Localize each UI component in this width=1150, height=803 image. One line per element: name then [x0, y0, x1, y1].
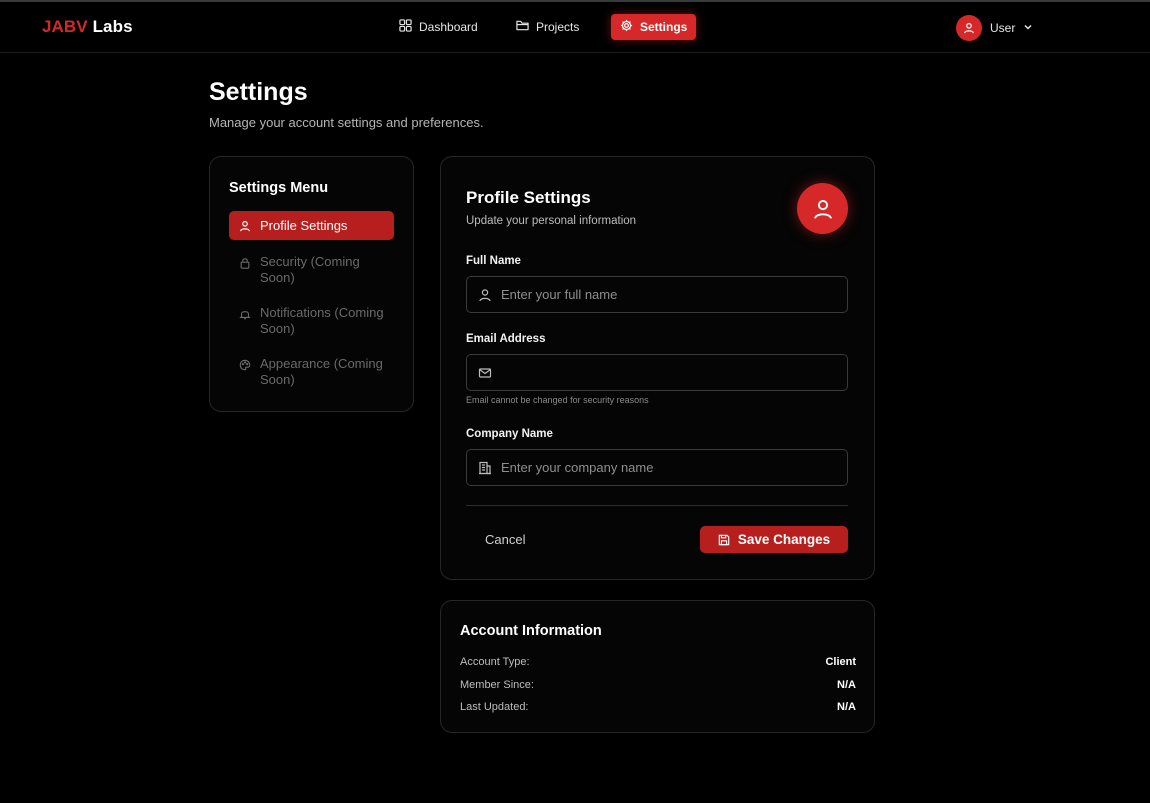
nav-settings-label: Settings	[640, 20, 688, 34]
full-name-label: Full Name	[466, 255, 521, 267]
gear-icon	[620, 19, 633, 35]
save-button-label: Save Changes	[737, 532, 831, 547]
menu-item-profile[interactable]: Profile Settings	[229, 211, 394, 240]
bell-icon	[239, 311, 251, 320]
nav-projects[interactable]: Projects	[507, 14, 588, 40]
account-row: Member Since: N/A	[460, 679, 856, 691]
account-row-key: Member Since:	[460, 679, 534, 691]
account-row-value: N/A	[837, 679, 856, 691]
building-icon	[479, 461, 491, 474]
nav-settings[interactable]: Settings	[611, 14, 697, 40]
account-information-card: Account Information Account Type: Client…	[440, 600, 875, 733]
page-title: Settings	[209, 78, 308, 106]
account-row: Account Type: Client	[460, 656, 856, 668]
user-menu[interactable]: User	[956, 15, 1033, 41]
menu-item-appearance: Appearance (Coming Soon)	[229, 356, 394, 388]
settings-menu-title: Settings Menu	[229, 180, 329, 196]
menu-item-label: Notifications (Coming Soon)	[260, 305, 384, 336]
company-field[interactable]	[466, 449, 848, 486]
brand-part2: Labs	[92, 17, 133, 36]
lock-icon	[240, 258, 250, 269]
account-row-value: N/A	[837, 701, 856, 713]
menu-item-security: Security (Coming Soon)	[229, 254, 394, 286]
account-row: Last Updated: N/A	[460, 701, 856, 713]
profile-settings-card: Profile Settings Update your personal in…	[440, 156, 875, 580]
profile-title: Profile Settings	[466, 188, 591, 207]
profile-avatar	[797, 183, 848, 234]
user-icon	[240, 220, 250, 231]
cancel-button[interactable]: Cancel	[485, 532, 525, 547]
account-title: Account Information	[460, 623, 602, 639]
menu-item-label: Profile Settings	[260, 217, 348, 233]
brand-logo[interactable]: JABV Labs	[42, 17, 133, 37]
email-note: Email cannot be changed for security rea…	[466, 395, 649, 405]
avatar	[956, 15, 982, 41]
save-icon	[718, 534, 730, 545]
nav-projects-label: Projects	[536, 20, 580, 34]
user-label: User	[990, 21, 1016, 35]
email-field[interactable]	[466, 354, 848, 391]
navbar: JABV Labs Dashboard Projects Settings Us…	[0, 2, 1150, 53]
user-icon	[813, 199, 832, 219]
page-subtitle: Manage your account settings and prefere…	[209, 115, 484, 130]
folder-icon	[516, 19, 529, 35]
account-row-key: Account Type:	[460, 656, 530, 668]
save-button[interactable]: Save Changes	[700, 526, 848, 553]
menu-item-label: Security (Coming Soon)	[260, 254, 360, 285]
grid-icon	[399, 19, 412, 35]
menu-item-notifications: Notifications (Coming Soon)	[229, 305, 394, 337]
nav-dashboard-label: Dashboard	[419, 20, 478, 34]
account-row-value: Client	[825, 656, 856, 668]
full-name-input[interactable]	[501, 287, 841, 302]
company-input[interactable]	[501, 460, 841, 475]
chevron-down-icon	[1023, 21, 1033, 35]
settings-menu: Settings Menu Profile Settings Security …	[209, 156, 414, 412]
divider	[466, 505, 848, 506]
user-icon	[479, 288, 491, 301]
menu-item-label: Appearance (Coming Soon)	[260, 356, 383, 387]
palette-icon	[239, 359, 251, 371]
company-label: Company Name	[466, 428, 553, 440]
brand-part1: JABV	[42, 17, 88, 36]
user-icon	[964, 23, 974, 34]
full-name-field[interactable]	[466, 276, 848, 313]
email-input[interactable]	[501, 365, 841, 380]
email-label: Email Address	[466, 333, 546, 345]
mail-icon	[478, 367, 492, 378]
account-row-key: Last Updated:	[460, 701, 529, 713]
nav-dashboard[interactable]: Dashboard	[390, 14, 487, 40]
profile-subtitle: Update your personal information	[466, 215, 637, 227]
